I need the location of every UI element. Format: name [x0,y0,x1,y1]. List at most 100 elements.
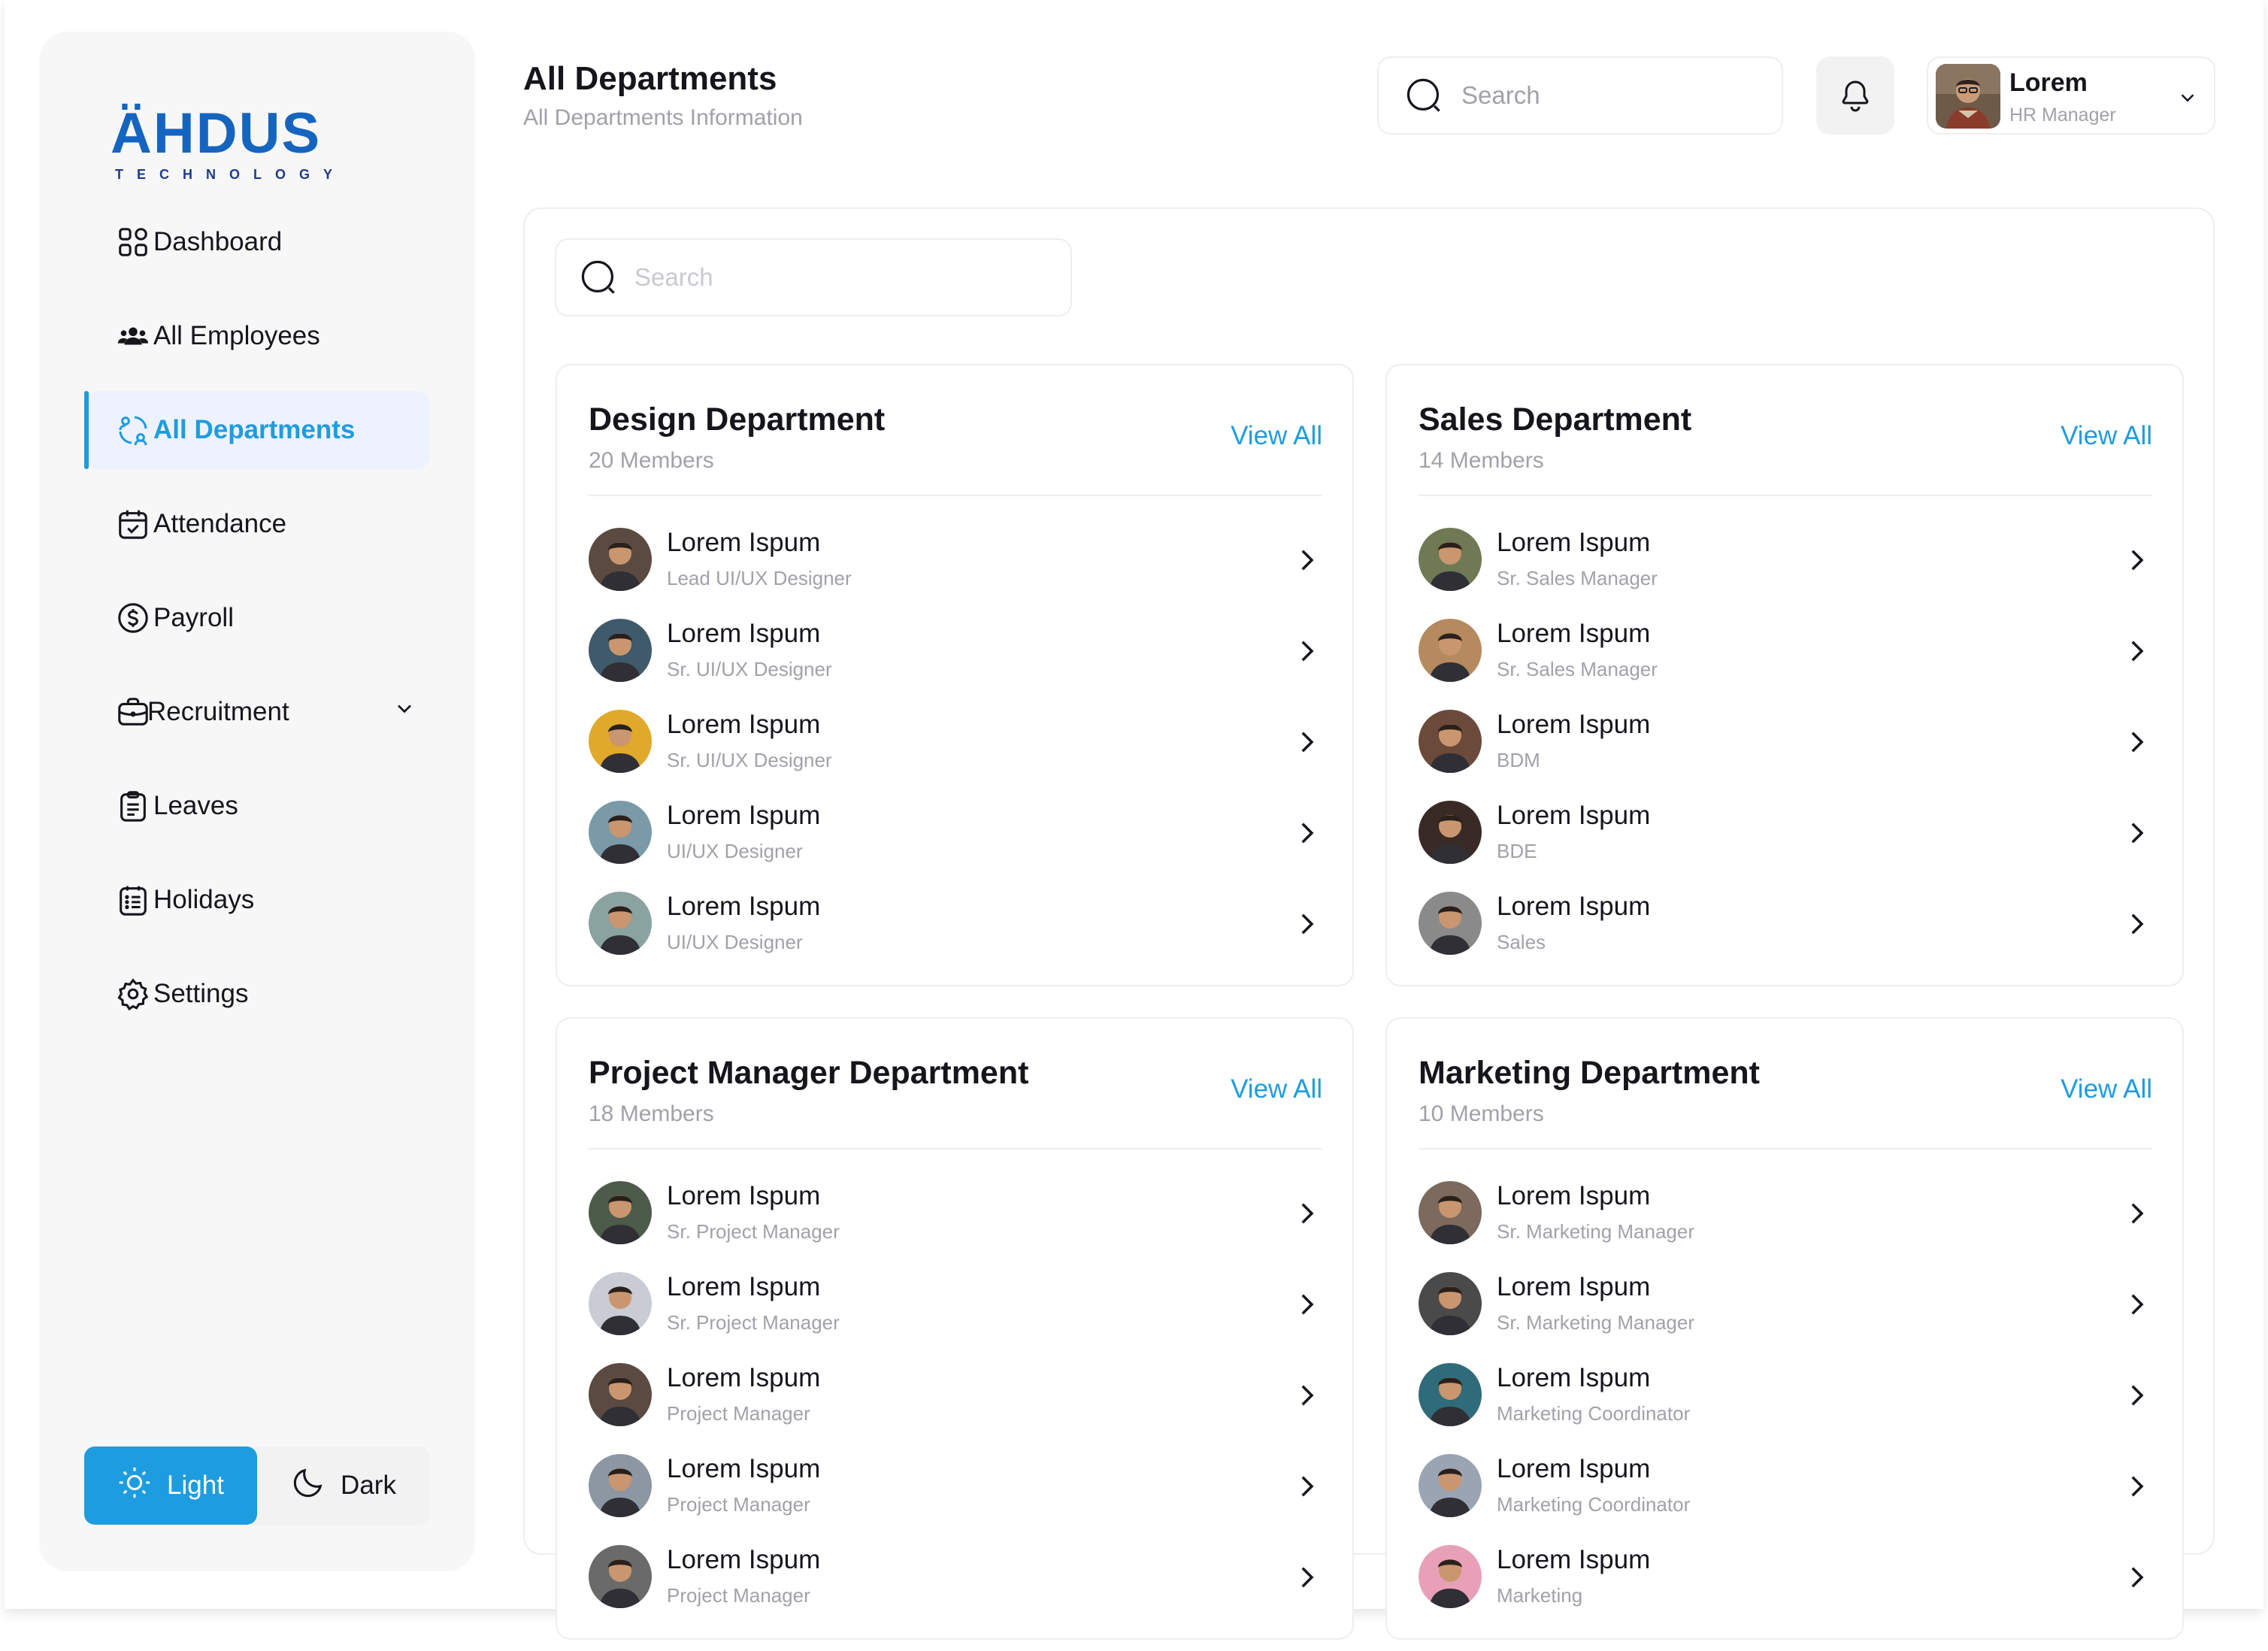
chevron-right-icon[interactable] [1291,635,1322,667]
sidebar-item-attendance[interactable]: Attendance [84,485,430,563]
user-name: Lorem [2009,68,2088,97]
sidebar-item-all-departments[interactable]: All Departments [84,391,430,469]
divider [589,1148,1322,1150]
brand-logo[interactable]: ÄHDUS TECHNOLOGY [111,84,351,189]
chevron-right-icon[interactable] [1291,1471,1322,1502]
employee-row[interactable]: Lorem Ispum Marketing Coordinator [1419,1445,2152,1536]
employee-row[interactable]: Lorem Ispum Sr. Marketing Manager [1419,1172,2152,1263]
avatar [1419,528,1482,591]
avatar [1419,892,1482,955]
sidebar-item-recruitment[interactable]: Recruitment [84,673,430,751]
department-member-count: 14 Members [1419,448,1544,473]
view-all-link[interactable]: View All [1231,421,1322,451]
avatar [1419,1272,1482,1335]
chevron-right-icon[interactable] [2121,544,2152,576]
employee-role: Marketing Coordinator [1497,1493,1691,1516]
search-icon [581,260,615,294]
notification-button[interactable] [1816,56,1894,135]
department-search [555,238,1072,317]
chevron-right-icon[interactable] [1291,1289,1322,1320]
employee-name: Lorem Ispum [1497,1545,1651,1574]
chevron-right-icon[interactable] [1291,544,1322,576]
page-title: All Departments [523,60,777,97]
employee-row[interactable]: Lorem Ispum BDE [1419,792,2152,883]
chevron-right-icon[interactable] [1291,1380,1322,1411]
chevron-down-icon[interactable] [392,697,416,728]
employee-role: BDE [1497,840,1537,862]
employee-row[interactable]: Lorem Ispum Sr. Project Manager [589,1263,1322,1354]
employee-row[interactable]: Lorem Ispum Project Manager [589,1354,1322,1445]
employee-row[interactable]: Lorem Ispum Lead UI/UX Designer [589,519,1322,610]
sidebar-item-dashboard[interactable]: Dashboard [84,203,430,281]
department-card-marketing: Marketing Department 10 Members View All… [1385,1017,2184,1640]
employee-row[interactable]: Lorem Ispum Sales [1419,883,2152,974]
sidebar-item-label: All Departments [153,415,356,444]
view-all-link[interactable]: View All [2061,421,2152,451]
employee-row[interactable]: Lorem Ispum Sr. UI/UX Designer [589,701,1322,792]
divider [1419,1148,2152,1150]
department-card-sales: Sales Department 14 Members View All Lor… [1385,364,2184,986]
chevron-right-icon[interactable] [1291,726,1322,758]
sidebar-item-holidays[interactable]: Holidays [84,861,430,939]
employee-name: Lorem Ispum [1497,528,1651,557]
employee-row[interactable]: Lorem Ispum Sr. Marketing Manager [1419,1263,2152,1354]
sidebar-nav: Dashboard All Employees All Departments … [84,203,430,1049]
employee-role: Sr. Marketing Manager [1497,1220,1695,1243]
employee-row[interactable]: Lorem Ispum Sr. UI/UX Designer [589,610,1322,701]
dark-theme-button[interactable]: Dark [257,1447,430,1525]
employee-row[interactable]: Lorem Ispum Sr. Project Manager [589,1172,1322,1263]
chevron-right-icon[interactable] [1291,1562,1322,1593]
user-profile-menu[interactable]: Lorem HR Manager [1927,56,2215,135]
employee-row[interactable]: Lorem Ispum BDM [1419,701,2152,792]
avatar [589,1363,652,1426]
chevron-right-icon[interactable] [2121,1198,2152,1229]
chevron-right-icon[interactable] [1291,908,1322,940]
employee-name: Lorem Ispum [1497,1272,1651,1301]
department-member-count: 18 Members [589,1101,714,1126]
sidebar-item-all-employees[interactable]: All Employees [84,297,430,375]
light-theme-button[interactable]: Light [84,1447,257,1525]
chevron-right-icon[interactable] [2121,1471,2152,1502]
employee-name: Lorem Ispum [1497,801,1651,830]
employee-name: Lorem Ispum [667,1363,821,1392]
view-all-link[interactable]: View All [1231,1074,1322,1104]
divider [1419,495,2152,496]
sidebar-item-payroll[interactable]: Payroll [84,579,430,657]
employee-row[interactable]: Lorem Ispum Marketing [1419,1536,2152,1627]
employee-role: Sr. Project Manager [667,1220,840,1243]
chevron-right-icon[interactable] [2121,635,2152,667]
department-member-count: 20 Members [589,448,714,473]
employee-row[interactable]: Lorem Ispum UI/UX Designer [589,883,1322,974]
department-search-input[interactable] [633,262,1054,292]
avatar [1419,801,1482,864]
department-title: Sales Department [1419,401,1692,438]
chevron-right-icon[interactable] [2121,1380,2152,1411]
employee-row[interactable]: Lorem Ispum Marketing Coordinator [1419,1354,2152,1445]
sidebar: ÄHDUS TECHNOLOGY Dashboard All Employees… [39,32,475,1571]
view-all-link[interactable]: View All [2061,1074,2152,1104]
employee-row[interactable]: Lorem Ispum UI/UX Designer [589,792,1322,883]
department-title: Project Manager Department [589,1055,1029,1091]
employee-row[interactable]: Lorem Ispum Sr. Sales Manager [1419,519,2152,610]
chevron-right-icon[interactable] [2121,908,2152,940]
avatar [589,710,652,773]
chevron-right-icon[interactable] [2121,1562,2152,1593]
chevron-right-icon[interactable] [2121,1289,2152,1320]
briefcase-icon [114,693,152,731]
chevron-right-icon[interactable] [1291,817,1322,849]
employee-row[interactable]: Lorem Ispum Sr. Sales Manager [1419,610,2152,701]
chevron-right-icon[interactable] [1291,1198,1322,1229]
avatar [589,801,652,864]
clipboard-icon [114,787,152,825]
chevron-right-icon[interactable] [2121,726,2152,758]
department-title: Design Department [589,401,886,438]
employee-role: Sr. Sales Manager [1497,567,1658,589]
chevron-right-icon[interactable] [2121,817,2152,849]
employee-row[interactable]: Lorem Ispum Project Manager [589,1536,1322,1627]
employee-row[interactable]: Lorem Ispum Project Manager [589,1445,1322,1536]
gear-icon [114,975,152,1013]
employee-name: Lorem Ispum [1497,710,1651,739]
sidebar-item-leaves[interactable]: Leaves [84,767,430,845]
header-search-input[interactable] [1460,80,1761,111]
sidebar-item-settings[interactable]: Settings [84,955,430,1033]
